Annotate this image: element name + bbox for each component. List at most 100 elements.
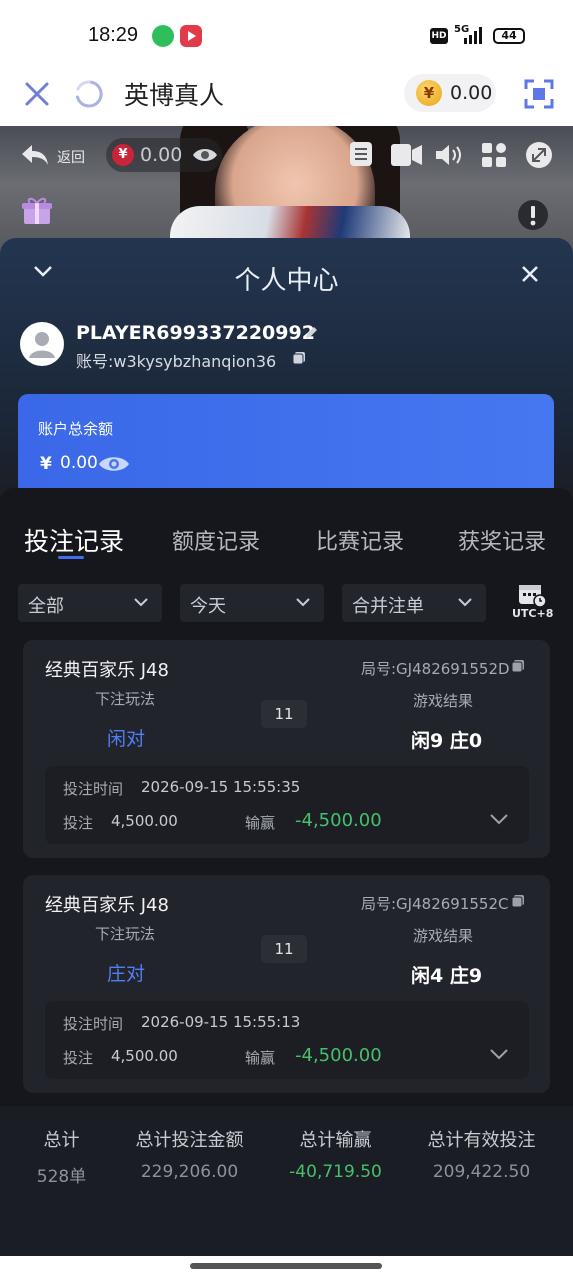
bet-record-card[interactable]: 经典百家乐 J48 局号:GJ482691552C 下注玩法 游戏结果 11 庄… [23,875,550,1093]
date-filter[interactable]: 今天 [180,584,324,622]
merge-filter-label: 合并注单 [352,596,424,617]
bet-amount-label: 投注 [63,1049,94,1067]
type-filter-label: 全部 [28,596,64,617]
chevron-down-icon [296,598,310,607]
winloss-value: -4,500.00 [295,810,382,831]
timezone-button[interactable]: UTC+8 [512,582,558,622]
total-valid-bet-value: 209,422.50 [432,1162,531,1182]
type-filter[interactable]: 全部 [18,584,162,622]
result-label: 游戏结果 [413,927,474,945]
bet-record-card[interactable]: 经典百家乐 J48 局号:GJ482691552D 下注玩法 游戏结果 11 闲… [23,640,550,858]
hd-badge: HD [430,28,448,44]
live-video[interactable]: 返回 ¥ 0.00 [0,126,573,256]
status-bar: 18:29 HD 5G 44 [0,0,573,62]
bet-amount-label: 投注 [63,814,94,832]
bet-amount: 4,500.00 [111,812,178,830]
tab-bet-records[interactable]: 投注记录 [24,522,124,558]
bet-type: 庄对 [107,963,146,985]
balance-currency: ¥ [40,454,52,474]
bet-type: 闲对 [107,728,146,750]
bet-time: 2026-09-15 15:55:13 [141,1013,301,1031]
header-balance-value: 0.00 [450,82,493,104]
total-count-value: 528单 [36,1167,87,1187]
status-time: 18:29 [88,24,139,46]
home-indicator[interactable] [190,1263,382,1269]
account-id: w3kysybzhanqion36 [113,352,277,371]
gift-icon[interactable] [22,196,52,226]
tab-underline [58,556,84,559]
calendar-clock-icon [519,585,547,608]
tab-award-records[interactable]: 获奖记录 [458,524,546,556]
bet-time-label: 投注时间 [63,780,124,798]
signal-icon [464,27,482,44]
total-valid-bet-label: 总计有效投注 [427,1130,536,1151]
tab-match-records[interactable]: 比赛记录 [316,524,404,556]
record-detail: 投注时间 2026-09-15 15:55:35 投注 4,500.00 输赢 … [45,766,529,844]
balance-label: 账户总余额 [38,420,114,438]
refresh-icon[interactable] [74,79,104,109]
camera-icon[interactable] [391,144,423,166]
bet-time: 2026-09-15 15:55:35 [141,778,301,796]
menu-icon[interactable] [350,142,372,166]
sequence-badge: 11 [261,700,307,728]
balance-value: 0.00 [60,453,98,473]
yen-coin-icon: ¥ [112,144,134,166]
system-nav-bar [0,1256,573,1280]
sequence-badge: 11 [261,935,307,963]
chevron-down-icon [134,598,148,607]
alert-icon[interactable] [517,199,549,231]
resize-icon[interactable] [525,141,553,169]
app-header: 英博真人 ¥ 0.00 [0,62,573,126]
tab-credit-records[interactable]: 额度记录 [172,524,260,556]
back-arrow-icon[interactable] [20,142,50,168]
eye-icon[interactable] [98,454,130,474]
avatar[interactable] [20,322,64,366]
player-name: PLAYER699337220992 [76,322,315,344]
header-balance[interactable]: ¥ 0.00 [404,74,496,112]
video-app-icon [180,25,202,47]
page-title: 英博真人 [124,81,225,110]
game-result: 闲4 庄9 [411,965,483,987]
edit-icon[interactable] [304,326,318,340]
app-notification-icon [152,25,174,47]
copy-icon[interactable] [511,659,525,673]
back-label[interactable]: 返回 [57,147,85,167]
bet-amount: 4,500.00 [111,1047,178,1065]
coin-icon: ¥ [416,80,442,106]
close-icon[interactable] [24,81,50,107]
account-prefix: 账号: [76,352,114,371]
date-filter-label: 今天 [190,596,226,617]
chevron-down-icon[interactable] [489,1047,509,1061]
bet-time-label: 投注时间 [63,1015,124,1033]
record-detail: 投注时间 2026-09-15 15:55:13 投注 4,500.00 输赢 … [45,1001,529,1079]
result-label: 游戏结果 [413,692,474,710]
chevron-down-icon[interactable] [489,812,509,826]
battery-icon: 44 [493,28,525,44]
merge-filter[interactable]: 合并注单 [342,584,486,622]
bet-type-label: 下注玩法 [95,690,156,708]
grid-icon[interactable] [482,143,506,167]
winloss-label: 输赢 [245,814,276,832]
round-id: 局号:GJ482691552C [361,895,509,913]
copy-icon[interactable] [292,351,306,365]
total-winloss-value: -40,719.50 [289,1162,382,1182]
winloss-value: -4,500.00 [295,1045,382,1066]
fullscreen-icon[interactable] [524,79,554,109]
panel-title: 个人中心 [234,266,339,296]
game-name: 经典百家乐 J48 [45,895,169,916]
video-balance-pill[interactable]: ¥ 0.00 [106,138,222,172]
close-panel-icon[interactable] [520,264,540,284]
eye-icon[interactable] [192,146,218,164]
volume-icon[interactable] [434,142,466,168]
totals-bar: 总计 总计投注金额 总计输赢 总计有效投注 528单 229,206.00 -4… [0,1106,573,1256]
total-bet-value: 229,206.00 [140,1162,239,1182]
timezone-label: UTC+8 [512,607,554,620]
total-bet-label: 总计投注金额 [135,1130,244,1151]
bet-type-label: 下注玩法 [95,925,156,943]
game-result: 闲9 庄0 [411,730,483,752]
video-balance-value: 0.00 [140,144,183,166]
account-line: 账号:w3kysybzhanqion36 [76,348,276,372]
game-name: 经典百家乐 J48 [45,660,169,681]
copy-icon[interactable] [511,894,525,908]
winloss-label: 输赢 [245,1049,276,1067]
